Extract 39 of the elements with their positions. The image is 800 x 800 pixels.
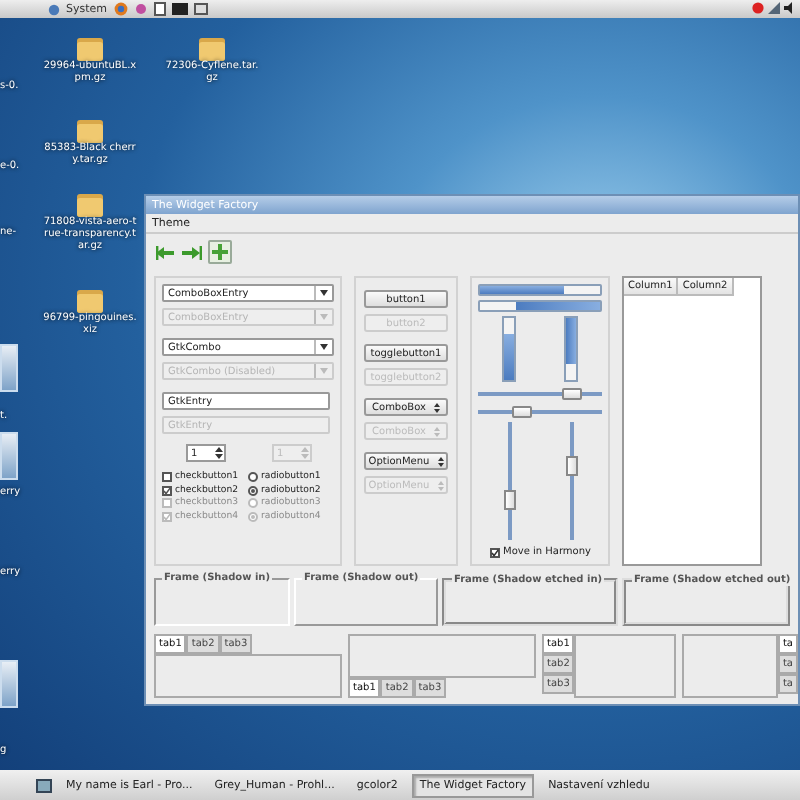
slider-thumb[interactable] [503, 490, 515, 511]
notebook-page [574, 634, 676, 698]
slider[interactable] [502, 422, 516, 540]
slider[interactable] [478, 386, 602, 400]
folder-icon[interactable] [76, 34, 104, 62]
checkbox[interactable] [162, 485, 172, 495]
notebook-page [682, 634, 778, 698]
browser-icon[interactable] [113, 2, 128, 16]
forward-icon[interactable] [182, 245, 202, 259]
checkbox[interactable] [489, 547, 499, 557]
slider-thumb[interactable] [561, 387, 581, 399]
folder-icon[interactable] [198, 34, 226, 62]
slider-thumb[interactable] [511, 405, 532, 417]
dropdown-arrow-icon[interactable] [320, 290, 328, 296]
file-icon[interactable] [0, 660, 18, 708]
file-icon[interactable] [0, 344, 18, 392]
volume-icon[interactable] [784, 2, 796, 14]
screenshot-icon[interactable] [193, 2, 208, 16]
spin-arrows-icon[interactable] [213, 446, 223, 460]
document-icon[interactable] [153, 2, 166, 16]
file-icon[interactable] [0, 432, 18, 480]
app-menu-icon[interactable] [48, 3, 60, 15]
folder-icon[interactable] [76, 116, 104, 144]
terminal-icon[interactable] [171, 2, 188, 16]
show-desktop-icon[interactable] [36, 777, 52, 793]
checkbox[interactable] [162, 472, 172, 482]
slider[interactable] [478, 404, 602, 418]
folder-icon[interactable] [76, 286, 104, 314]
updown-arrows-icon[interactable] [437, 455, 444, 467]
network-icon[interactable] [768, 2, 780, 14]
radio-button[interactable] [248, 485, 258, 495]
add-icon[interactable] [212, 244, 228, 260]
updown-arrows-icon[interactable] [433, 401, 440, 413]
slider-thumb[interactable] [565, 456, 577, 477]
dropdown-arrow-icon[interactable] [320, 344, 328, 350]
radio-button[interactable] [248, 472, 258, 482]
slider[interactable] [564, 422, 578, 540]
back-icon[interactable] [156, 245, 176, 259]
folder-icon[interactable] [76, 190, 104, 218]
